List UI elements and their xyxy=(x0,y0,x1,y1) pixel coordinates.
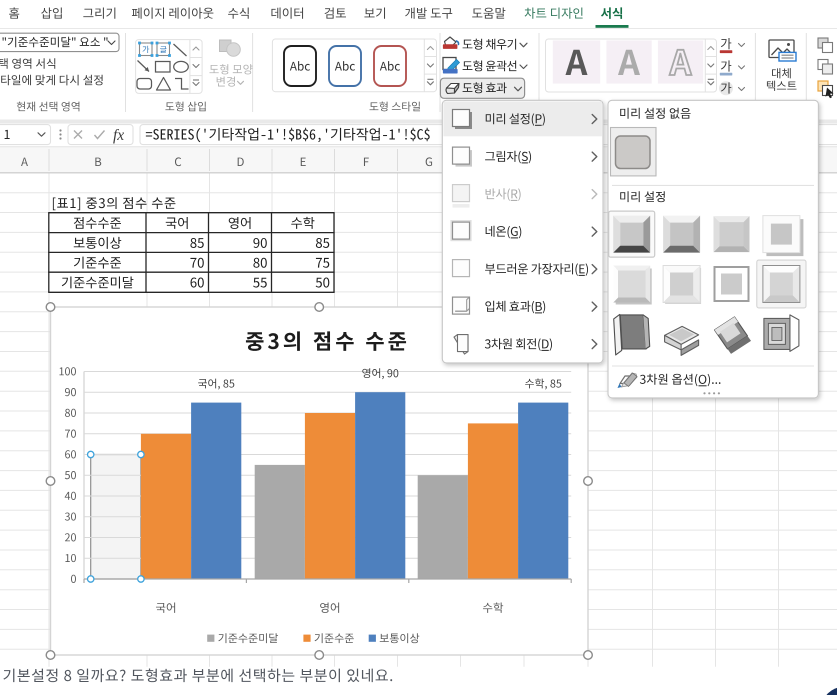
svg-text:fx: fx xyxy=(113,127,124,144)
